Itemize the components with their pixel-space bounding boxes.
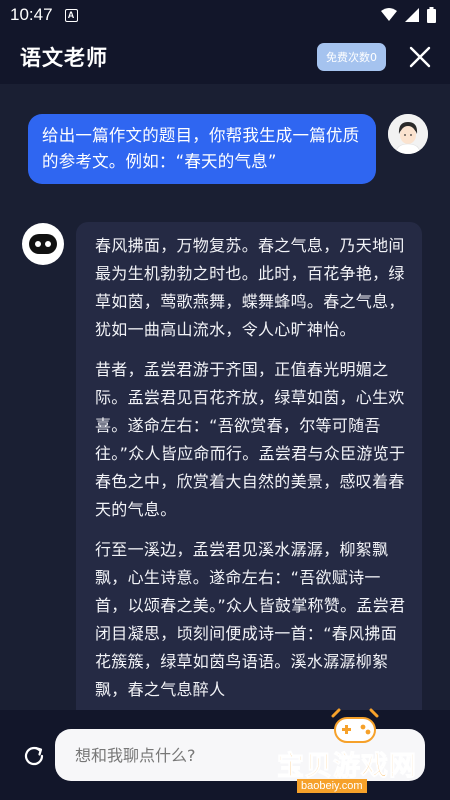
wifi-icon — [381, 8, 397, 21]
signal-icon — [405, 8, 419, 22]
status-time: 10:47 — [10, 5, 53, 24]
bot-avatar — [22, 223, 64, 265]
user-message-bubble: 给出一篇作文的题目，你帮我生成一篇优质的参考文。例如：“春天的气息” — [28, 114, 376, 184]
app-header: 语文老师 免费次数0 — [0, 30, 450, 84]
notification-a-icon: A — [64, 8, 78, 22]
bot-message-bubble: 春风拂面，万物复苏。春之气息，乃天地间最为生机勃勃之时也。此时，百花争艳，绿草如… — [76, 222, 422, 722]
close-button[interactable] — [408, 45, 432, 69]
watermark-url: baobeiy.com — [297, 779, 367, 793]
close-icon — [409, 46, 431, 68]
page-title: 语文老师 — [20, 46, 108, 70]
bot-paragraph: 春风拂面，万物复苏。春之气息，乃天地间最为生机勃勃之时也。此时，百花争艳，绿草如… — [95, 236, 405, 339]
status-icons — [381, 7, 436, 23]
watermark-text: 宝贝游戏网 — [277, 751, 417, 783]
refresh-icon — [24, 746, 44, 766]
watermark: 宝贝游戏网 baobeiy.com — [273, 708, 433, 793]
bot-paragraph: 昔者，孟尝君游于齐国，正值春光明媚之际。孟尝君见百花齐放，绿草如茵，心生欢喜。遂… — [95, 360, 406, 519]
robot-icon — [29, 234, 57, 254]
battery-icon — [427, 7, 436, 23]
gamepad-icon — [331, 708, 379, 743]
status-bar: 10:47 A — [0, 0, 450, 30]
bot-paragraph: 行至一溪边，孟尝君见溪水潺潺，柳絮飘飘，心生诗意。遂命左右：“吾欲赋诗一首，以颂… — [95, 540, 406, 699]
user-avatar-icon — [388, 114, 428, 154]
user-message: 给出一篇作文的题目，你帮我生成一篇优质的参考文。例如：“春天的气息” — [28, 114, 376, 184]
refresh-button[interactable] — [20, 742, 48, 770]
user-avatar — [388, 114, 428, 154]
free-count-badge[interactable]: 免费次数0 — [317, 43, 386, 71]
